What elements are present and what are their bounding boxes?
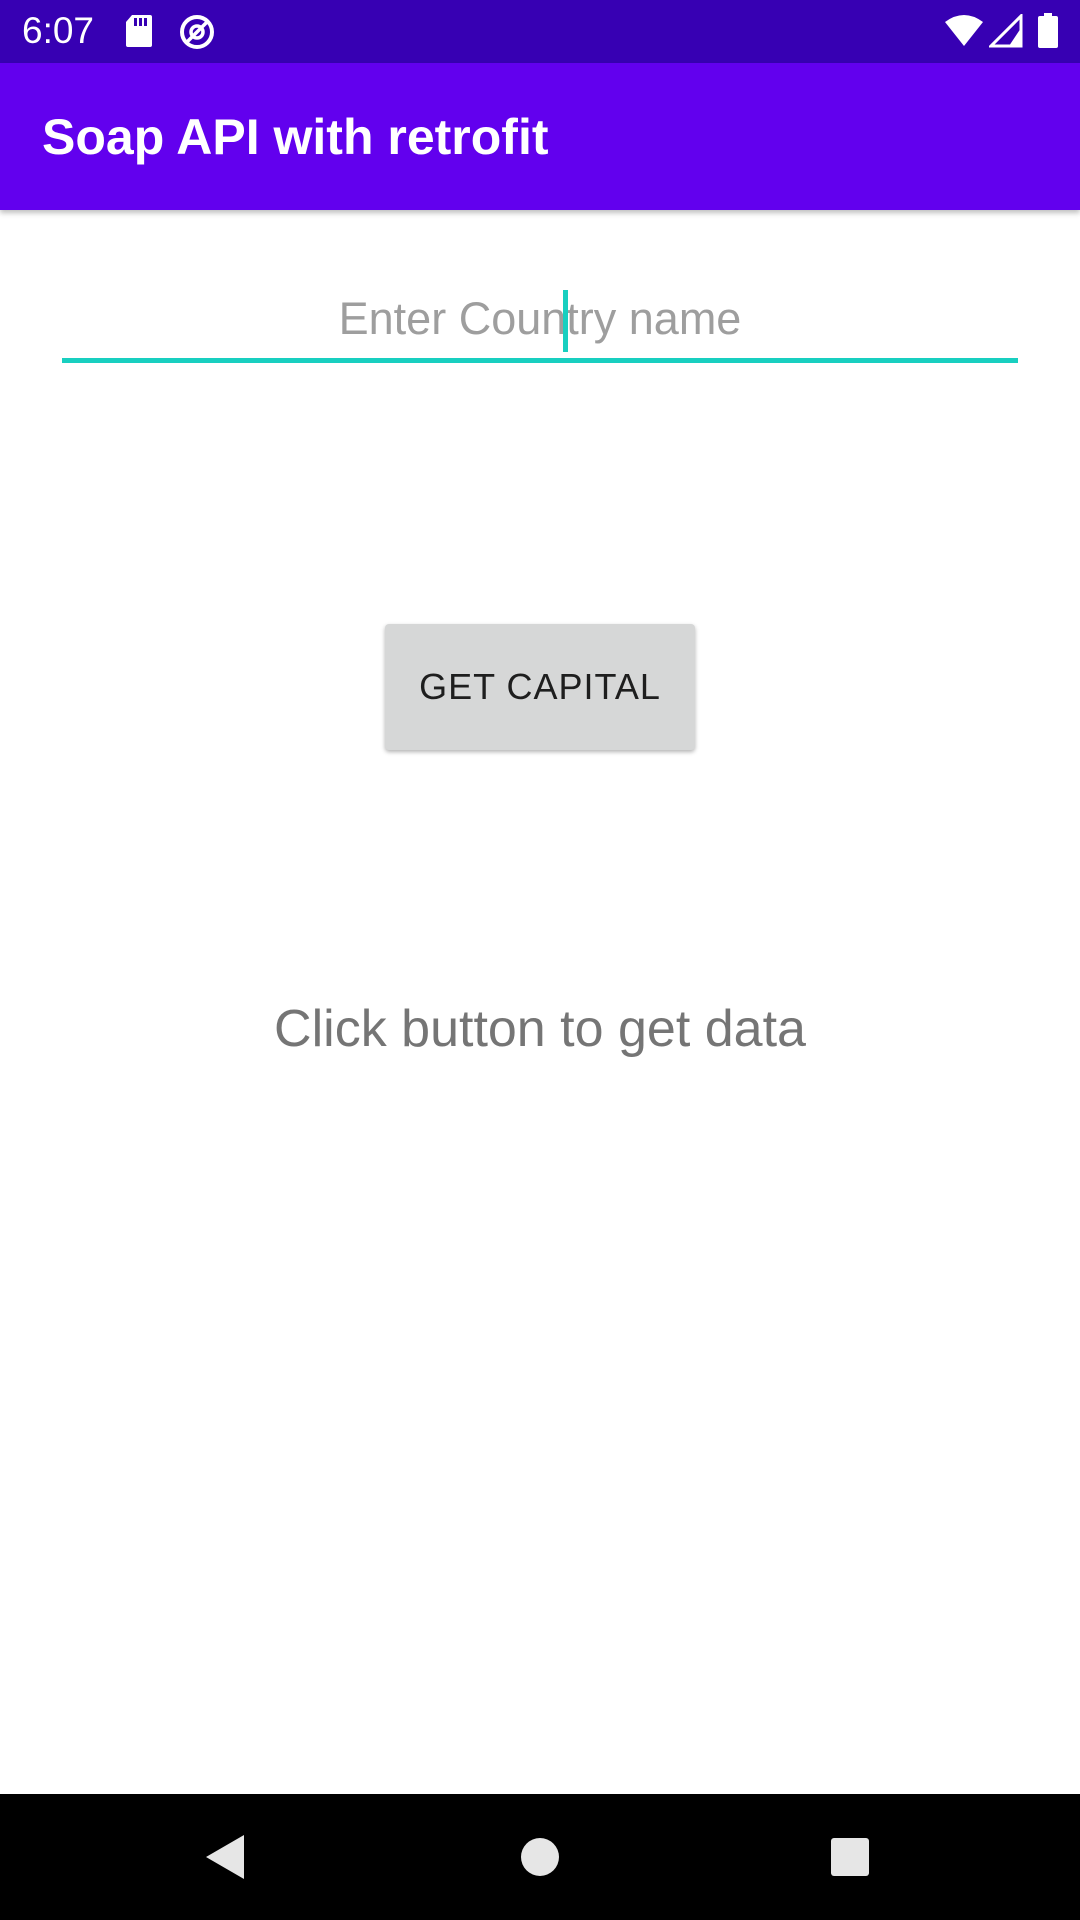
recents-icon[interactable] bbox=[818, 1825, 882, 1889]
get-capital-button[interactable]: GET CAPITAL bbox=[385, 624, 695, 750]
field-underline bbox=[62, 358, 1018, 363]
text-cursor bbox=[563, 290, 568, 352]
result-text: Click button to get data bbox=[274, 1000, 806, 1058]
sync-icon bbox=[178, 13, 216, 56]
back-icon[interactable] bbox=[192, 1825, 256, 1889]
app-screen: 6:07 Soap API with retrofit Enter Countr… bbox=[0, 0, 1080, 1920]
sd-card-icon bbox=[124, 13, 154, 54]
battery-icon bbox=[1037, 13, 1059, 54]
app-title: Soap API with retrofit bbox=[42, 109, 549, 165]
home-icon[interactable] bbox=[508, 1825, 572, 1889]
signal-icon bbox=[987, 12, 1023, 53]
country-field[interactable] bbox=[62, 280, 1018, 364]
status-time: 6:07 bbox=[22, 10, 95, 51]
app-bar: Soap API with retrofit bbox=[0, 63, 1080, 210]
status-bar: 6:07 bbox=[0, 0, 1080, 63]
wifi-icon bbox=[944, 14, 984, 53]
navigation-bar bbox=[0, 1794, 1080, 1920]
country-name-input[interactable] bbox=[62, 280, 1018, 358]
